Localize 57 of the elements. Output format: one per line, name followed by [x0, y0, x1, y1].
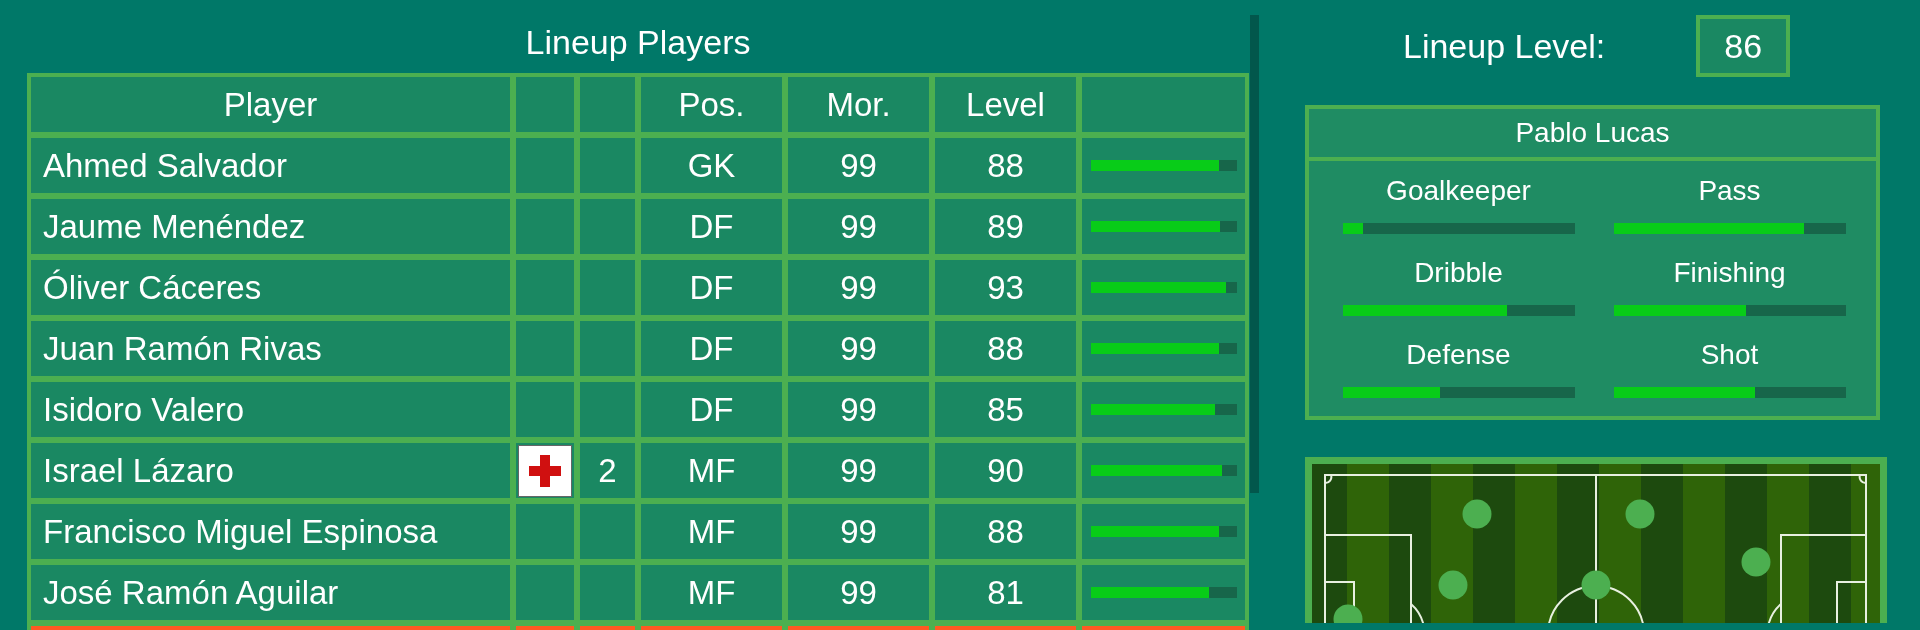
- table-cell: 99: [788, 504, 929, 559]
- table-cell: [580, 504, 635, 559]
- table-cell: 99: [788, 199, 929, 254]
- table-cell: GK: [641, 138, 782, 193]
- table-cell: [580, 138, 635, 193]
- table-cell: 99: [788, 565, 929, 620]
- player-card-name: Pablo Lucas: [1309, 109, 1876, 161]
- column-header[interactable]: Level: [935, 77, 1076, 132]
- skill-name: Pass: [1698, 175, 1761, 207]
- table-cell[interactable]: Israel Lázaro: [31, 443, 510, 498]
- table-cell: 88: [935, 321, 1076, 376]
- table-cell: [580, 565, 635, 620]
- table-cell: 99: [788, 382, 929, 437]
- column-header[interactable]: Pos.: [641, 77, 782, 132]
- table-cell: 99: [788, 260, 929, 315]
- table-cell[interactable]: Francisco Miguel Espinosa: [31, 504, 510, 559]
- table-cell[interactable]: Jaume Menéndez: [31, 199, 510, 254]
- lineup-level-label: Lineup Level:: [1403, 26, 1606, 66]
- skill-name: Goalkeeper: [1386, 175, 1531, 207]
- table-cell: [580, 77, 635, 132]
- table-cell[interactable]: Juan Ramón Rivas: [31, 321, 510, 376]
- table-cell: 93: [935, 260, 1076, 315]
- table-cell: 2: [580, 443, 635, 498]
- table-cell: 81: [935, 565, 1076, 620]
- table-cell[interactable]: Ahmed Salvador: [31, 138, 510, 193]
- table-cell[interactable]: Isidoro Valero: [31, 382, 510, 437]
- table-cell: 99: [788, 321, 929, 376]
- table-title: Lineup Players: [524, 22, 752, 63]
- table-cell[interactable]: José Ramón Aguilar: [31, 565, 510, 620]
- table-cell: MF: [641, 443, 782, 498]
- table-cell: 88: [935, 138, 1076, 193]
- skill-name: Dribble: [1414, 257, 1503, 289]
- table-cell: [580, 199, 635, 254]
- table-cell: MF: [641, 565, 782, 620]
- table-cell: 99: [788, 443, 929, 498]
- table-cell: DF: [641, 260, 782, 315]
- table-cell: 89: [935, 199, 1076, 254]
- table-cell: 85: [935, 382, 1076, 437]
- table-cell: [580, 321, 635, 376]
- table-cell: DF: [641, 321, 782, 376]
- skill-name: Defense: [1406, 339, 1511, 371]
- skill-name: Finishing: [1673, 257, 1786, 289]
- column-header[interactable]: Mor.: [788, 77, 929, 132]
- table-cell: 88: [935, 504, 1076, 559]
- skill-name: Shot: [1700, 339, 1759, 371]
- table-cell: 90: [935, 443, 1076, 498]
- column-header[interactable]: Player: [31, 77, 510, 132]
- table-cell: [516, 77, 574, 132]
- scrollbar[interactable]: [1250, 15, 1259, 493]
- table-cell: MF: [641, 504, 782, 559]
- lineup-level-value: 86: [1696, 15, 1791, 77]
- table-cell: [580, 382, 635, 437]
- table-cell: 99: [788, 138, 929, 193]
- table-cell: [580, 260, 635, 315]
- table-cell: DF: [641, 382, 782, 437]
- table-cell: DF: [641, 199, 782, 254]
- table-cell[interactable]: Óliver Cáceres: [31, 260, 510, 315]
